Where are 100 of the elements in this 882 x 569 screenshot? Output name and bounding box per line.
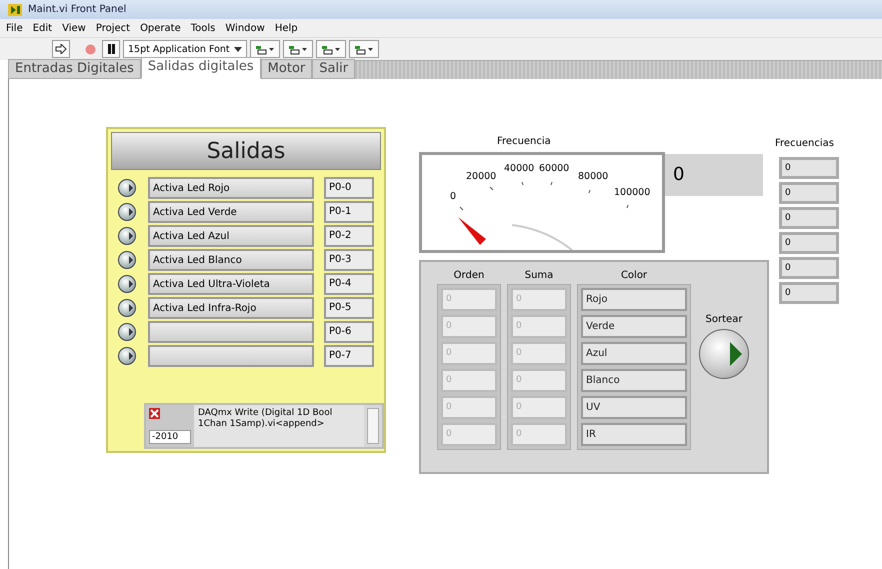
tab[interactable]: Salir: [312, 59, 356, 79]
label-field[interactable]: Activa Led Blanco: [148, 249, 314, 271]
tick-label: 0: [450, 191, 456, 202]
button-label: Sortear: [706, 314, 742, 325]
array-cell: 0: [779, 207, 839, 229]
toggle-button[interactable]: [118, 227, 136, 245]
toolbar-dropdown[interactable]: [282, 40, 313, 58]
panel-header: Salidas: [111, 132, 381, 170]
array-cell: Verde: [581, 315, 687, 338]
line-field[interactable]: P0-4: [324, 273, 374, 295]
array-cell: 0: [441, 369, 497, 392]
align-icon: [288, 44, 308, 54]
array-cell: 0: [511, 288, 567, 311]
label-field[interactable]: Activa Led Ultra-Violeta: [148, 273, 314, 295]
arrow-icon: [55, 44, 67, 54]
play-button[interactable]: [699, 329, 749, 379]
label-field[interactable]: [148, 345, 314, 367]
tab[interactable]: Entradas Digitales: [8, 59, 141, 79]
label-field[interactable]: [148, 321, 314, 343]
needle: [458, 217, 486, 245]
gauge-label: Frecuencia: [497, 136, 551, 147]
tick-label: 80000: [578, 171, 608, 182]
menu-item[interactable]: File: [6, 22, 23, 34]
line-field[interactable]: P0-2: [324, 225, 374, 247]
toggle-button[interactable]: [118, 347, 136, 365]
tick-label: 40000: [504, 163, 534, 174]
label-field[interactable]: Activa Led Infra-Rojo: [148, 297, 314, 319]
toggle-button[interactable]: [118, 251, 136, 269]
line-field[interactable]: P0-3: [324, 249, 374, 271]
menu-item[interactable]: Window: [225, 22, 265, 34]
menu-item[interactable]: View: [62, 22, 86, 34]
menu-item[interactable]: Help: [274, 22, 298, 34]
array-label: Frecuencias: [775, 138, 834, 149]
line-field[interactable]: P0-6: [324, 321, 374, 343]
scroll-bar[interactable]: [367, 408, 379, 444]
pause-icon: [106, 44, 116, 54]
tick-mark: [460, 206, 464, 210]
toggle-button[interactable]: [118, 323, 136, 341]
align-icon: [254, 44, 275, 54]
line-field[interactable]: P0-1: [324, 201, 374, 223]
array-cell: 0: [441, 342, 497, 365]
source-field[interactable]: DAQmx Write (Digital 1D Bool 1Chan 1Samp).vi<append>: [194, 405, 364, 447]
array-cell: 0: [441, 288, 497, 311]
array-cell: 0: [779, 232, 839, 254]
pause-button[interactable]: [102, 40, 120, 58]
tab[interactable]: Motor: [260, 59, 312, 79]
array-cell: Rojo: [581, 288, 687, 311]
array-cell: Blanco: [581, 369, 687, 392]
caret-icon: [234, 46, 242, 52]
tick-mark: [588, 190, 590, 194]
align-icon: [354, 44, 374, 54]
font-dropdown[interactable]: 15pt Application Font: [123, 40, 247, 58]
run-button[interactable]: [52, 40, 70, 58]
tick-mark: [626, 204, 628, 208]
menu-item[interactable]: Edit: [32, 22, 52, 34]
tick-mark: [550, 182, 552, 186]
label-field[interactable]: Activa Led Rojo: [148, 177, 314, 199]
array-cell: 0: [779, 282, 839, 304]
tick-mark: [522, 182, 524, 186]
column-label: Suma: [524, 270, 554, 283]
toolbar-dropdown[interactable]: [250, 40, 280, 58]
code-field[interactable]: -2010: [149, 430, 191, 444]
array-cell: IR: [581, 423, 687, 446]
scale-arc: [512, 224, 573, 250]
toolbar-dropdown[interactable]: [348, 40, 379, 58]
array-cell: 0: [779, 182, 839, 204]
menu-item[interactable]: Project: [96, 22, 130, 34]
array-cell: 0: [511, 423, 567, 446]
readout-field: 0: [665, 154, 763, 196]
array-cell: 0: [441, 315, 497, 338]
toggle-button[interactable]: [118, 299, 136, 317]
array-cell: 0: [511, 315, 567, 338]
array-cell: UV: [581, 396, 687, 419]
line-field[interactable]: P0-7: [324, 345, 374, 367]
array-cell: 0: [511, 369, 567, 392]
tick-label: 20000: [466, 171, 496, 182]
column-label: Color: [620, 270, 648, 283]
window-title: Maint.vi Front Panel: [28, 4, 126, 15]
label-field[interactable]: Activa Led Verde: [148, 201, 314, 223]
toggle-button[interactable]: [118, 179, 136, 197]
toolbar-dropdown[interactable]: [316, 40, 346, 58]
toggle-button[interactable]: [118, 275, 136, 293]
array-cell: 0: [441, 423, 497, 446]
toggle-button[interactable]: [118, 203, 136, 221]
line-field[interactable]: P0-5: [324, 297, 374, 319]
menu-item[interactable]: Operate: [140, 22, 181, 34]
array-cell: 0: [511, 342, 567, 365]
menu-item[interactable]: Tools: [190, 22, 216, 34]
label-field[interactable]: Activa Led Azul: [148, 225, 314, 247]
array-cell: 0: [441, 396, 497, 419]
tick-label: 60000: [539, 163, 570, 174]
tab[interactable]: Salidas digitales: [140, 57, 261, 79]
array-cell: 0: [511, 396, 567, 419]
column-label: Orden: [452, 270, 486, 283]
array-cell: 0: [779, 257, 839, 279]
tick-mark: [490, 186, 494, 190]
align-icon: [320, 44, 341, 54]
app-icon: [8, 4, 22, 16]
line-field[interactable]: P0-0: [324, 177, 374, 199]
array-cell: 0: [779, 157, 839, 179]
